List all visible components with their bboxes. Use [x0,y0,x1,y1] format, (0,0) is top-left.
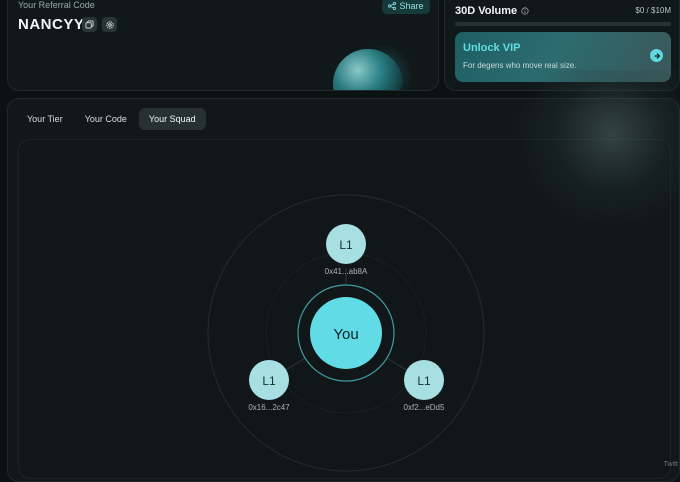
volume-progress-bar [455,22,671,26]
footer-text: Twitt [663,461,678,468]
volume-value: $0 / $10M [635,6,671,15]
referral-panel: Your Referral Code NANCYY Share [7,0,439,91]
copy-icon [85,20,94,29]
settings-button[interactable] [102,17,117,32]
squad-node-address: 0xf2...eDd5 [404,403,445,412]
volume-title: 30D Volume [455,5,529,17]
squad-panel: Your Tier Your Code Your Squad You L1 0x… [7,98,680,482]
vip-arrow-button[interactable] [650,49,663,62]
vip-title: Unlock VIP [463,42,521,54]
you-node-label: You [333,326,358,343]
share-label: Share [399,1,424,11]
tab-your-tier[interactable]: Your Tier [17,108,73,130]
vip-subtitle: For degens who move real size. [463,61,577,70]
squad-graph: You L1 0x41...ab8A L1 0x16...2c47 L1 0xf… [207,194,485,472]
squad-graph-area: You L1 0x41...ab8A L1 0x16...2c47 L1 0xf… [18,139,671,479]
squad-node-address: 0x41...ab8A [325,267,368,276]
tab-bar: Your Tier Your Code Your Squad [17,108,206,130]
squad-node-level: L1 [339,238,353,252]
link-line-right [386,357,407,371]
squad-node-2[interactable]: L1 0x16...2c47 [248,360,290,412]
squad-node-address: 0x16...2c47 [248,403,290,412]
tab-your-squad[interactable]: Your Squad [138,108,206,130]
share-icon [388,2,397,10]
copy-button[interactable] [82,17,97,32]
arrow-right-icon [654,52,660,59]
share-button[interactable]: Share [382,0,430,14]
link-line-left [285,357,306,371]
referral-code: NANCYY [18,16,85,33]
squad-node-3[interactable]: L1 0xf2...eDd5 [404,360,445,412]
squad-node-1[interactable]: L1 0x41...ab8A [325,224,368,276]
squad-node-level: L1 [417,374,431,388]
gear-icon [105,20,114,29]
info-icon[interactable] [521,7,529,15]
referral-label: Your Referral Code [18,0,95,10]
volume-label: 30D Volume [455,5,518,17]
unlock-vip-card[interactable]: Unlock VIP For degens who move real size… [455,32,671,82]
squad-node-level: L1 [262,374,276,388]
volume-panel: 30D Volume $0 / $10M Unlock VIP For dege… [444,0,680,91]
tab-your-code[interactable]: Your Code [75,108,137,130]
